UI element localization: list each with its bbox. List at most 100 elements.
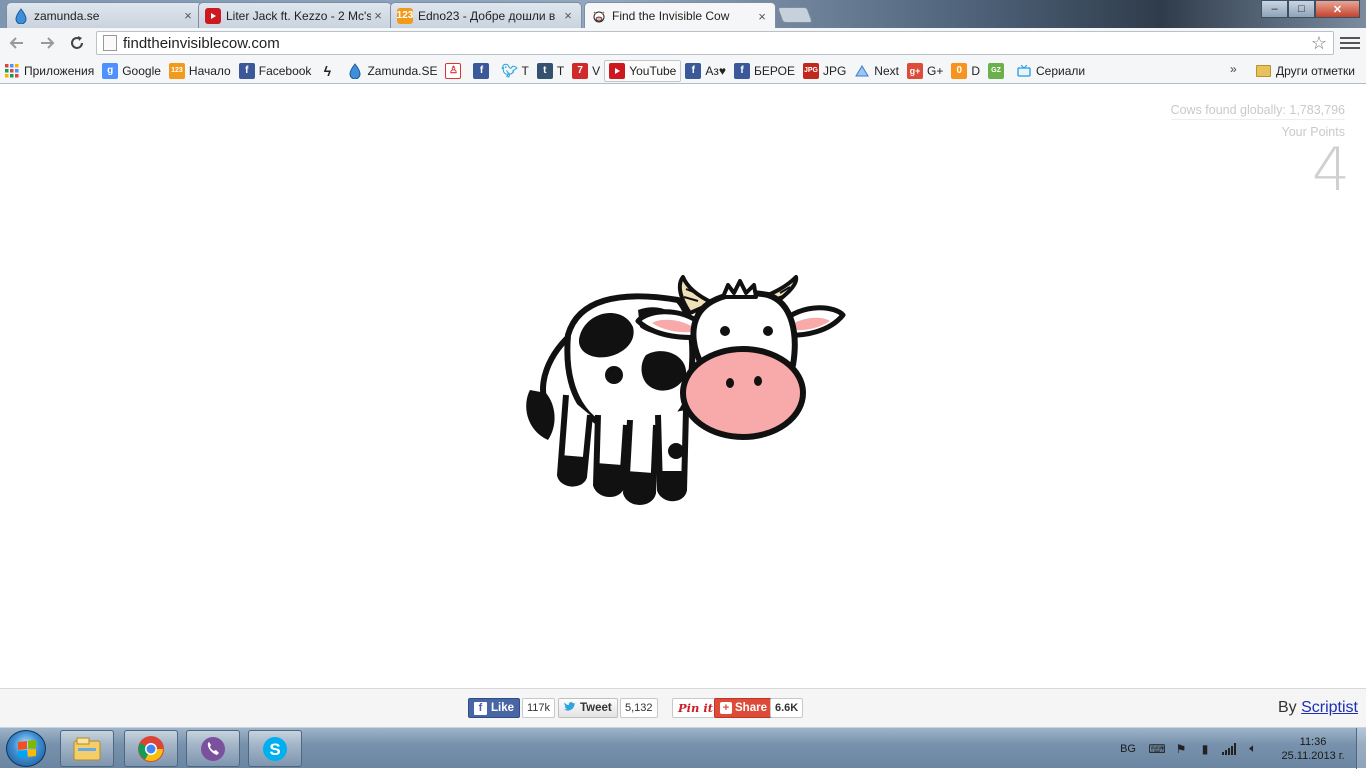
- bookmark-star-icon[interactable]: ☆: [1311, 33, 1327, 54]
- bookmark-seven[interactable]: 7 V: [568, 60, 604, 82]
- network-signal-icon[interactable]: [1222, 742, 1236, 756]
- tumblr-icon: t: [536, 62, 553, 79]
- bookmark-label: БЕРОЕ: [753, 63, 795, 78]
- skype-icon: S: [263, 736, 287, 761]
- show-desktop-button[interactable]: [1356, 728, 1366, 769]
- keyboard-icon[interactable]: ⌨: [1148, 742, 1165, 756]
- other-bookmarks-label: Други отметки: [1276, 64, 1355, 78]
- cow-icon: [591, 8, 607, 24]
- tab-zamunda[interactable]: zamunda.se ×: [6, 2, 202, 28]
- taskbar-viber[interactable]: [186, 730, 240, 767]
- close-icon[interactable]: ×: [371, 8, 385, 23]
- bookmark-label: Zamunda.SE: [367, 63, 438, 78]
- tab-label: Find the Invisible Cow: [612, 9, 730, 23]
- chrome-icon: [138, 735, 164, 762]
- chrome-menu-button[interactable]: [1340, 33, 1360, 53]
- seven-icon: 7: [572, 62, 589, 79]
- bookmark-google[interactable]: g Google: [98, 60, 165, 82]
- start-button[interactable]: [6, 730, 46, 767]
- taskbar-explorer[interactable]: [60, 730, 114, 767]
- tv-icon: [1016, 63, 1032, 79]
- language-indicator[interactable]: BG: [1120, 743, 1136, 755]
- reload-button[interactable]: [64, 30, 90, 56]
- tab-label: Liter Jack ft. Kezzo - 2 Mc's: [226, 8, 371, 23]
- bookmark-youtube[interactable]: YouTube: [604, 59, 682, 82]
- bookmark-label: G+: [926, 63, 944, 78]
- close-icon[interactable]: ×: [181, 8, 195, 23]
- pin-it-button[interactable]: Pin it: [672, 698, 720, 718]
- url-text[interactable]: findtheinvisiblecow.com: [123, 35, 1311, 52]
- facebook-icon: f: [733, 62, 750, 79]
- volume-icon[interactable]: 🔈︎: [1246, 741, 1260, 756]
- bookmark-label: Next: [874, 63, 899, 78]
- clock[interactable]: 11:36 25.11.2013 г.: [1270, 735, 1356, 763]
- browser-titlebar: zamunda.se × Liter Jack ft. Kezzo - 2 Mc…: [0, 0, 1366, 29]
- twitter-icon: 🐦︎: [501, 62, 518, 78]
- google-share-button[interactable]: + Share: [714, 698, 773, 718]
- bookmark-label: Аз♥: [705, 63, 726, 78]
- bookmark-facebook[interactable]: f Facebook: [235, 60, 316, 82]
- bookmark-seriali[interactable]: Сериали: [1012, 60, 1089, 82]
- back-button[interactable]: [4, 30, 30, 56]
- explorer-icon: [73, 737, 101, 760]
- close-icon[interactable]: ×: [755, 9, 769, 24]
- facebook-icon: f: [473, 62, 490, 79]
- bookmark-az[interactable]: f Аз♥: [681, 60, 730, 82]
- taskbar-chrome[interactable]: [124, 730, 178, 767]
- other-bookmarks-folder[interactable]: Други отметки: [1256, 60, 1355, 82]
- next-icon: [854, 63, 870, 79]
- bookmark-lightning[interactable]: ϟ: [315, 60, 343, 82]
- close-icon[interactable]: ×: [561, 8, 575, 23]
- browser-toolbar: findtheinvisiblecow.com ☆: [0, 28, 1366, 58]
- tab-youtube[interactable]: Liter Jack ft. Kezzo - 2 Mc's ×: [198, 2, 392, 28]
- bookmark-jpg[interactable]: JPG JPG: [799, 60, 850, 82]
- forward-button[interactable]: [34, 30, 60, 56]
- bookmark-facebook-2[interactable]: f: [469, 60, 497, 82]
- zamunda-icon: [347, 62, 363, 79]
- author-link[interactable]: Scriptist: [1301, 699, 1358, 716]
- odnoklassniki-icon: 0: [951, 62, 968, 79]
- byline: By Scriptist: [1278, 699, 1358, 717]
- share-bar: f Like 117k Tweet 5,132 Pin it + Share 6…: [0, 688, 1366, 727]
- tweet-label: Tweet: [580, 702, 612, 714]
- bookmark-tumblr[interactable]: t T: [533, 60, 568, 82]
- bookmark-gamezone[interactable]: GZ: [984, 60, 1012, 82]
- bookmark-google-plus[interactable]: g+ G+: [903, 60, 947, 82]
- clock-date: 25.11.2013 г.: [1281, 749, 1345, 762]
- page-content[interactable]: Cows found globally: 1,783,796 Your Poin…: [0, 85, 1366, 688]
- bookmark-next[interactable]: Next: [850, 60, 903, 82]
- close-window-button[interactable]: ✕: [1315, 0, 1360, 18]
- power-icon[interactable]: ▮: [1198, 742, 1212, 756]
- cow-image[interactable]: [518, 275, 848, 515]
- bookmark-beroe[interactable]: f БЕРОЕ: [730, 60, 799, 82]
- clock-time: 11:36: [1299, 735, 1327, 748]
- bookmark-nachalo[interactable]: 123 Начало: [165, 60, 235, 82]
- tab-edno23[interactable]: 123 Edno23 - Добре дошли в ×: [390, 2, 582, 28]
- by-label: By: [1277, 699, 1297, 716]
- tab-invisible-cow[interactable]: Find the Invisible Cow ×: [584, 2, 776, 29]
- facebook-like-button[interactable]: f Like: [468, 698, 521, 718]
- facebook-icon: f: [238, 62, 255, 79]
- new-tab-button[interactable]: [777, 7, 813, 23]
- address-bar[interactable]: findtheinvisiblecow.com ☆: [96, 31, 1334, 55]
- bookmark-twitter[interactable]: 🐦︎ T: [497, 60, 532, 82]
- bookmark-label: Начало: [188, 63, 231, 78]
- taskbar-skype[interactable]: S: [248, 730, 302, 767]
- gamezone-icon: GZ: [988, 62, 1004, 79]
- folder-icon: [1256, 65, 1271, 77]
- bookmark-person[interactable]: ♙: [441, 60, 469, 82]
- flag-icon[interactable]: ⚑: [1174, 742, 1188, 756]
- bookmarks-overflow-button[interactable]: »: [1230, 62, 1237, 76]
- tab-label: Edno23 - Добре дошли в: [418, 8, 556, 23]
- edno23-icon: 123: [397, 7, 413, 24]
- maximize-button[interactable]: □: [1288, 0, 1315, 18]
- youtube-icon: [609, 62, 626, 79]
- tweet-button[interactable]: Tweet: [558, 698, 618, 718]
- bookmarks-bar: Приложения g Google 123 Начало f Faceboo…: [0, 58, 1366, 84]
- bookmark-zamunda[interactable]: Zamunda.SE: [343, 60, 441, 82]
- cows-found-counter: Cows found globally: 1,783,796: [1170, 103, 1345, 120]
- arrow-left-icon: [9, 37, 23, 49]
- minimize-button[interactable]: –: [1261, 0, 1288, 18]
- bookmark-apps[interactable]: Приложения: [0, 60, 98, 82]
- bookmark-odnoklassniki[interactable]: 0 D: [947, 60, 984, 82]
